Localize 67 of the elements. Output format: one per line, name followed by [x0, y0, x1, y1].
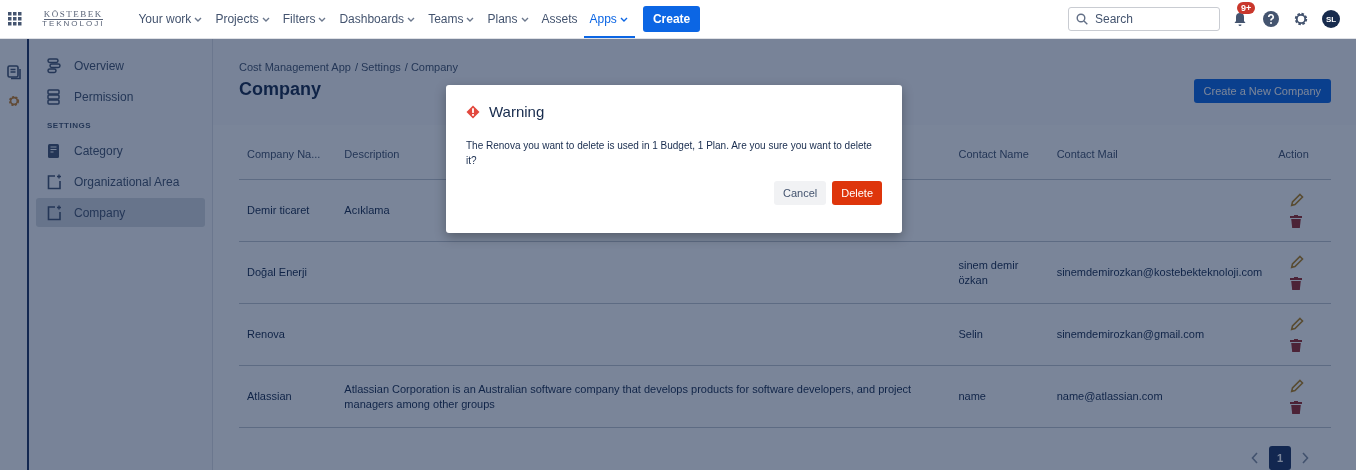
- table-cell: sinemdemirozkan@gmail.com: [1056, 328, 1205, 340]
- pencil-icon[interactable]: [1290, 193, 1305, 207]
- pages-icon[interactable]: [6, 65, 21, 80]
- notification-count-badge: 9+: [1237, 2, 1256, 14]
- nav-menu-item[interactable]: Projects: [209, 0, 277, 38]
- settings-icon[interactable]: [1292, 10, 1310, 28]
- trash-icon[interactable]: [1290, 215, 1303, 228]
- table-cell: name@atlassian.com: [1056, 390, 1163, 402]
- list-icon: [46, 57, 62, 74]
- table-cell: Atlassian Corporation is an Australian software company that develops products for software developers, and project managers among other groups: [344, 382, 912, 410]
- chevron-right-icon[interactable]: [1301, 452, 1309, 464]
- table-cell: Atlassian: [247, 390, 292, 402]
- document-icon: [46, 142, 62, 159]
- nav-menu-item[interactable]: Assets: [535, 0, 584, 38]
- app-grid-icon[interactable]: [8, 12, 22, 26]
- nav-menu-item[interactable]: Dashboards: [333, 0, 423, 38]
- column-header: Contact Name: [950, 128, 1049, 180]
- breadcrumb-link[interactable]: / Settings: [354, 61, 401, 73]
- company-logo[interactable]: KÖSTEBEK TEKNOLOJI: [42, 10, 105, 28]
- table-cell: name: [958, 390, 986, 402]
- column-header: Company Na...: [239, 128, 337, 180]
- add-page-icon: [46, 204, 62, 221]
- sidebar-item[interactable]: Organizational Area: [36, 167, 205, 196]
- sidebar-item[interactable]: Permission: [36, 82, 205, 111]
- create-company-button[interactable]: Create a New Company: [1193, 79, 1331, 103]
- breadcrumb-link[interactable]: / Company: [404, 61, 458, 73]
- chevron-left-icon[interactable]: [1251, 452, 1259, 464]
- nav-menu-item[interactable]: Your work: [132, 0, 210, 38]
- nav-menu-item[interactable]: Filters: [276, 0, 334, 38]
- add-page-icon: [46, 173, 62, 190]
- sidebar-item[interactable]: Company: [36, 198, 205, 227]
- table-cell: Doğal Enerji: [247, 266, 307, 278]
- trash-icon[interactable]: [1290, 277, 1303, 290]
- column-header: Contact Mail: [1048, 128, 1271, 180]
- table-cell: sinemdemirozkan@kostebekteknoloji.com: [1056, 266, 1263, 278]
- pencil-icon[interactable]: [1290, 255, 1305, 269]
- table-cell: Acıklama: [344, 204, 390, 216]
- column-header: Action: [1270, 128, 1331, 180]
- table-cell: Selin: [958, 328, 983, 340]
- dialog-title: Warning: [489, 103, 545, 120]
- page-title: Company: [239, 79, 322, 100]
- search-icon: [1076, 13, 1088, 25]
- table-cell: sinem demir özkan: [958, 258, 1019, 286]
- section-heading: SETTINGS: [46, 120, 92, 132]
- cancel-button[interactable]: Cancel: [773, 181, 827, 205]
- dialog-message: The Renova you want to delete is used in 1 Budget, 1 Plan. Are you sure you want to delete it?: [466, 139, 873, 168]
- page-button[interactable]: 1: [1269, 446, 1291, 470]
- breadcrumb-link[interactable]: Cost Management App: [239, 61, 351, 73]
- nav-menu-item[interactable]: Plans: [481, 0, 536, 38]
- sidebar-item[interactable]: Category: [36, 136, 205, 165]
- table-cell: Demir ticaret: [247, 204, 310, 216]
- create-button[interactable]: Create: [642, 6, 701, 32]
- trash-icon[interactable]: [1290, 401, 1303, 414]
- warning-icon: [466, 104, 480, 119]
- sidebar-item[interactable]: Overview: [36, 51, 205, 80]
- search-field[interactable]: Search: [1068, 7, 1220, 31]
- nav-menu-item[interactable]: Teams: [422, 0, 482, 38]
- gear-icon[interactable]: [6, 94, 21, 108]
- delete-button[interactable]: Delete: [832, 181, 882, 205]
- help-icon[interactable]: [1262, 10, 1280, 28]
- bell-icon[interactable]: [1232, 11, 1248, 27]
- user-avatar[interactable]: SL: [1322, 10, 1340, 28]
- trash-icon[interactable]: [1290, 339, 1303, 352]
- pencil-icon[interactable]: [1290, 379, 1305, 393]
- stack-icon: [46, 88, 62, 105]
- table-cell: Renova: [247, 328, 285, 340]
- pencil-icon[interactable]: [1290, 317, 1305, 331]
